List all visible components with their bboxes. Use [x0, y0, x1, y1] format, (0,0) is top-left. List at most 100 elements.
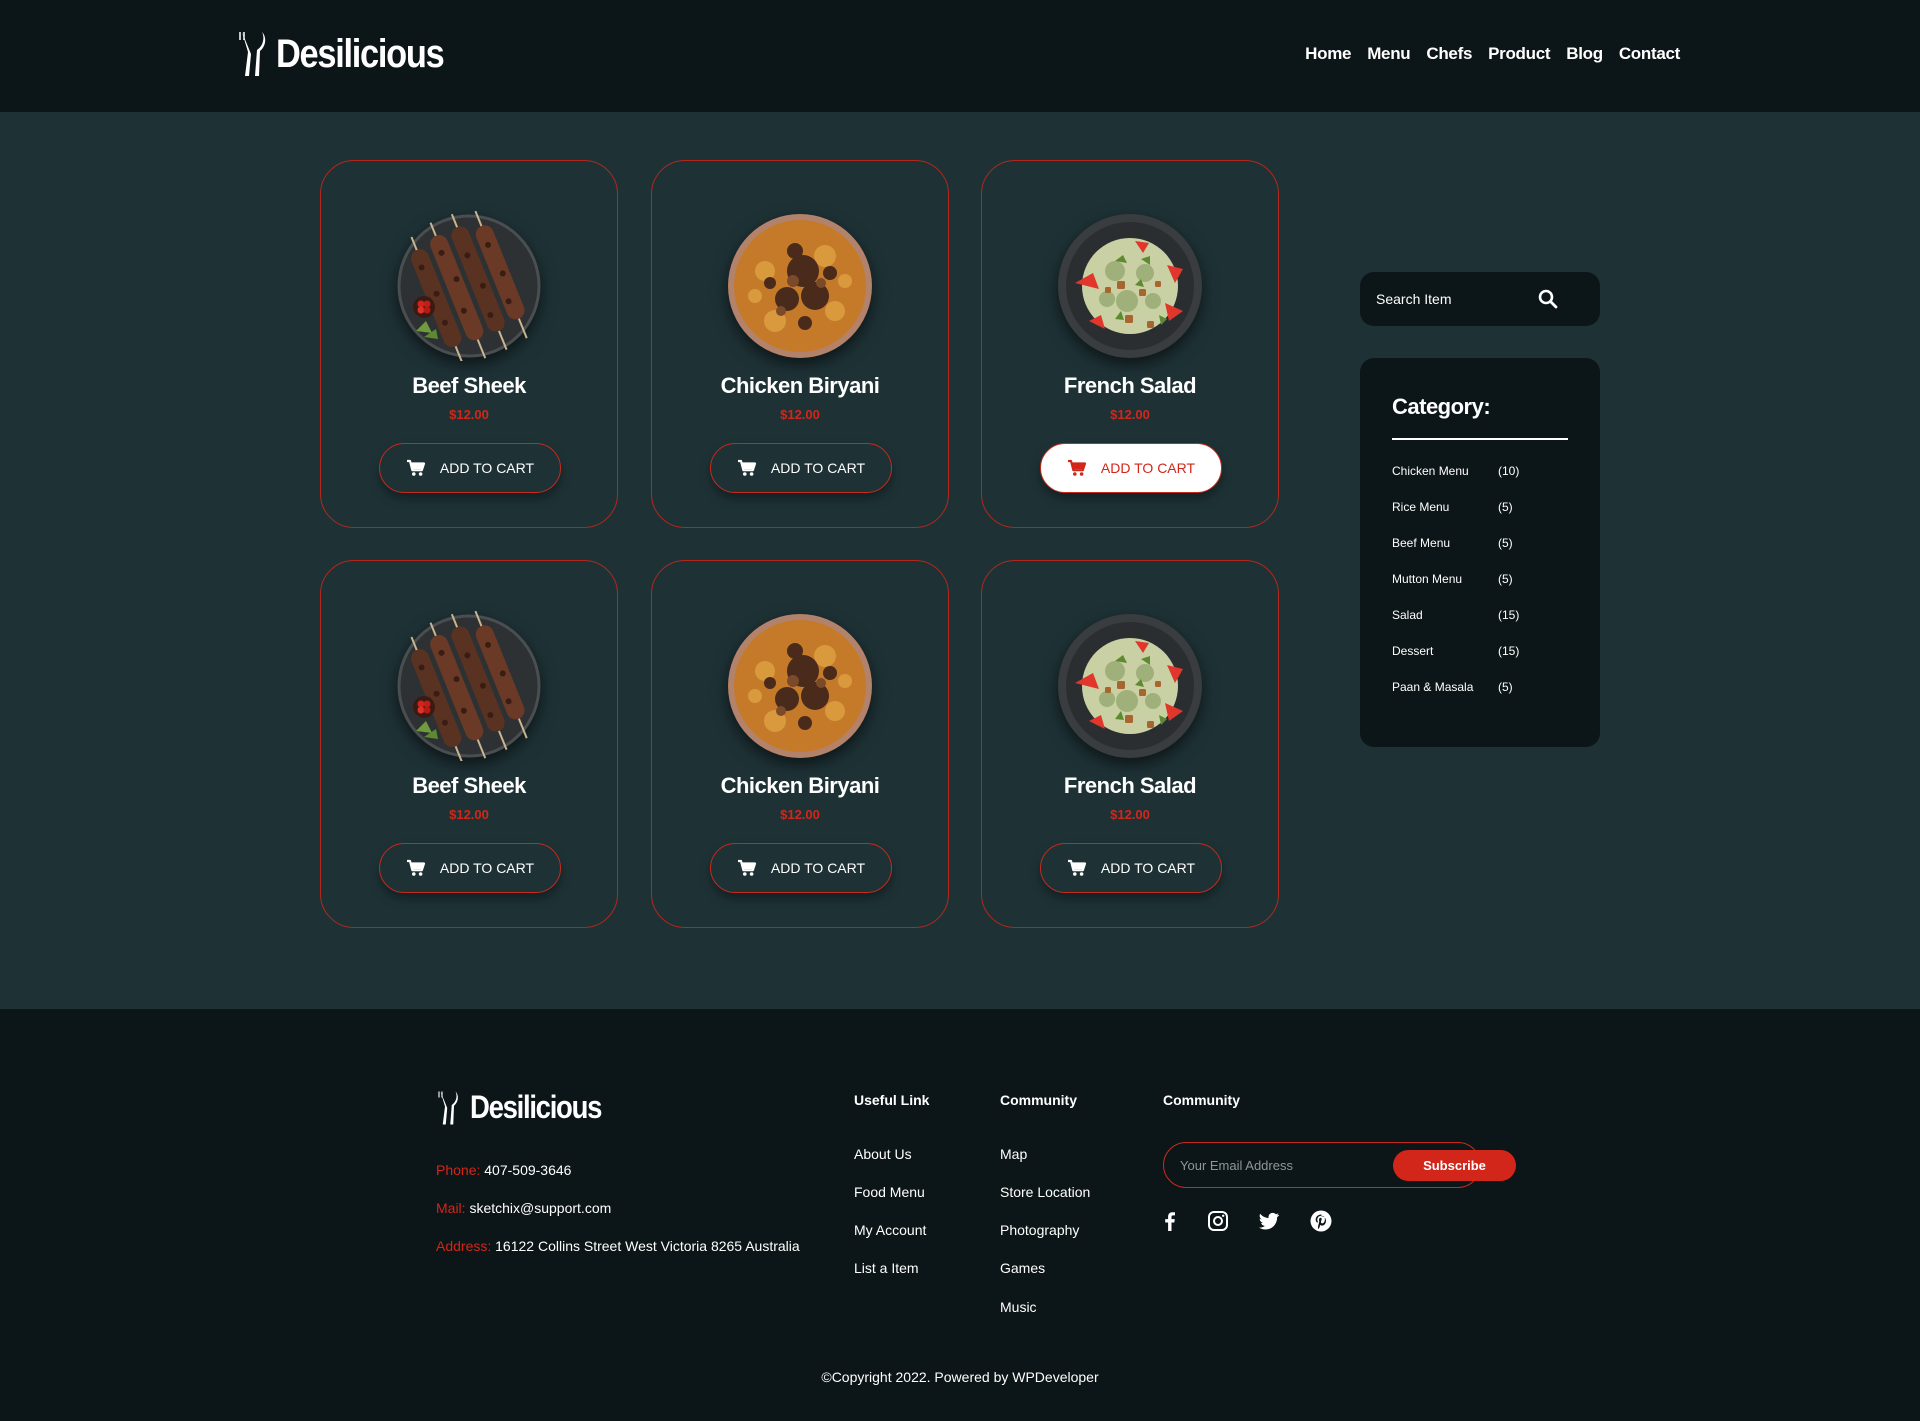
salad-image — [1055, 611, 1205, 761]
add-to-cart-label: ADD TO CART — [439, 460, 535, 476]
product-card: French Salad $12.00 ADD TO CART — [981, 560, 1279, 928]
product-name: Chicken Biryani — [720, 373, 880, 398]
category-count: (15) — [1498, 644, 1520, 658]
category-name: Mutton Menu — [1392, 572, 1463, 586]
link-games[interactable]: Games — [1000, 1260, 1045, 1276]
footer-brand-logo[interactable]: Desilicious — [436, 1089, 622, 1126]
nav-blog[interactable]: Blog — [1566, 44, 1603, 64]
nav-home[interactable]: Home — [1305, 44, 1351, 64]
category-item[interactable]: Mutton Menu (5) — [1392, 572, 1568, 592]
search-input[interactable] — [1376, 272, 1546, 326]
product-name: Beef Sheek — [412, 373, 526, 398]
link-food-menu[interactable]: Food Menu — [854, 1184, 925, 1200]
site-footer: Desilicious Phone: 407-509-3646 Mail: sk… — [0, 1009, 1920, 1421]
category-name: Beef Menu — [1392, 536, 1451, 550]
cart-icon — [406, 859, 426, 877]
add-to-cart-button[interactable]: ADD TO CART — [1040, 843, 1222, 893]
nav-contact[interactable]: Contact — [1619, 44, 1680, 64]
cart-icon — [406, 459, 426, 477]
utensils-icon — [238, 30, 266, 78]
biryani-image — [725, 611, 875, 761]
product-name: Beef Sheek — [412, 773, 526, 798]
newsletter-heading: Community — [1163, 1092, 1240, 1108]
community-heading: Community — [1000, 1092, 1077, 1108]
category-name: Dessert — [1392, 644, 1434, 658]
link-photography[interactable]: Photography — [1000, 1222, 1079, 1238]
salad-image — [1055, 211, 1205, 361]
category-title: Category: — [1392, 394, 1491, 419]
add-to-cart-button[interactable]: ADD TO CART — [379, 843, 561, 893]
add-to-cart-label: ADD TO CART — [1100, 460, 1196, 476]
nav-chefs[interactable]: Chefs — [1426, 44, 1472, 64]
category-count: (5) — [1498, 680, 1513, 694]
category-name: Rice Menu — [1392, 500, 1450, 514]
product-price: $12.00 — [780, 407, 820, 422]
cart-icon — [737, 459, 757, 477]
product-price: $12.00 — [780, 807, 820, 822]
category-item[interactable]: Rice Menu (5) — [1392, 500, 1568, 520]
add-to-cart-button[interactable]: ADD TO CART — [710, 443, 892, 493]
twitter-icon[interactable] — [1257, 1209, 1281, 1233]
add-to-cart-label: ADD TO CART — [770, 460, 866, 476]
nav-menu[interactable]: Menu — [1367, 44, 1410, 64]
link-my-account[interactable]: My Account — [854, 1222, 926, 1238]
contact-address: Address: 16122 Collins Street West Victo… — [436, 1238, 800, 1254]
category-name: Salad — [1392, 608, 1423, 622]
main-content: Beef Sheek $12.00 ADD TO CART Chicken Bi… — [0, 112, 1920, 1009]
facebook-icon[interactable] — [1158, 1209, 1182, 1233]
email-input[interactable] — [1180, 1143, 1380, 1187]
category-item[interactable]: Paan & Masala (5) — [1392, 680, 1568, 700]
beef-kebab-image — [394, 611, 544, 761]
category-count: (15) — [1498, 608, 1520, 622]
pinterest-icon[interactable] — [1309, 1209, 1333, 1233]
add-to-cart-button[interactable]: ADD TO CART — [710, 843, 892, 893]
link-map[interactable]: Map — [1000, 1146, 1027, 1162]
link-music[interactable]: Music — [1000, 1299, 1037, 1315]
address-label: Address: — [436, 1238, 492, 1254]
brand-logo[interactable]: Desilicious — [238, 30, 471, 78]
subscribe-button[interactable]: Subscribe — [1393, 1150, 1516, 1181]
brand-name: Desilicious — [470, 1089, 602, 1125]
phone-value: 407-509-3646 — [484, 1162, 572, 1178]
category-count: (5) — [1498, 536, 1513, 550]
product-price: $12.00 — [1110, 807, 1150, 822]
link-list-item[interactable]: List a Item — [854, 1260, 919, 1276]
biryani-image — [725, 211, 875, 361]
contact-phone: Phone: 407-509-3646 — [436, 1162, 571, 1178]
product-name: Chicken Biryani — [720, 773, 880, 798]
category-item[interactable]: Dessert (15) — [1392, 644, 1568, 664]
utensils-icon — [436, 1090, 460, 1126]
cart-icon — [1067, 859, 1087, 877]
category-name: Paan & Masala — [1392, 680, 1474, 694]
link-about-us[interactable]: About Us — [854, 1146, 912, 1162]
search-box — [1360, 272, 1600, 326]
product-name: French Salad — [1063, 373, 1197, 398]
category-item[interactable]: Beef Menu (5) — [1392, 536, 1568, 556]
category-divider — [1392, 438, 1568, 440]
category-count: (10) — [1498, 464, 1520, 478]
category-item[interactable]: Chicken Menu (10) — [1392, 464, 1568, 484]
category-name: Chicken Menu — [1392, 464, 1469, 478]
contact-mail: Mail: sketchix@support.com — [436, 1200, 611, 1216]
brand-name: Desilicious — [276, 31, 445, 76]
phone-label: Phone: — [436, 1162, 481, 1178]
mail-label: Mail: — [436, 1200, 466, 1216]
mail-value: sketchix@support.com — [469, 1200, 612, 1216]
category-count: (5) — [1498, 572, 1513, 586]
link-store-location[interactable]: Store Location — [1000, 1184, 1090, 1200]
search-icon[interactable] — [1538, 289, 1558, 309]
cart-icon — [737, 859, 757, 877]
product-price: $12.00 — [449, 807, 489, 822]
main-nav: Home Menu Chefs Product Blog Contact — [1305, 44, 1680, 64]
instagram-icon[interactable] — [1206, 1209, 1230, 1233]
add-to-cart-button[interactable]: ADD TO CART — [1040, 443, 1222, 493]
category-item[interactable]: Salad (15) — [1392, 608, 1568, 628]
add-to-cart-button[interactable]: ADD TO CART — [379, 443, 561, 493]
product-card: French Salad $12.00 ADD TO CART — [981, 160, 1279, 528]
product-card: Chicken Biryani $12.00 ADD TO CART — [651, 160, 949, 528]
product-card: Chicken Biryani $12.00 ADD TO CART — [651, 560, 949, 928]
add-to-cart-label: ADD TO CART — [770, 860, 866, 876]
nav-product[interactable]: Product — [1488, 44, 1550, 64]
copyright-text: ©Copyright 2022. Powered by WPDeveloper — [821, 1369, 1099, 1385]
useful-link-heading: Useful Link — [854, 1092, 930, 1108]
